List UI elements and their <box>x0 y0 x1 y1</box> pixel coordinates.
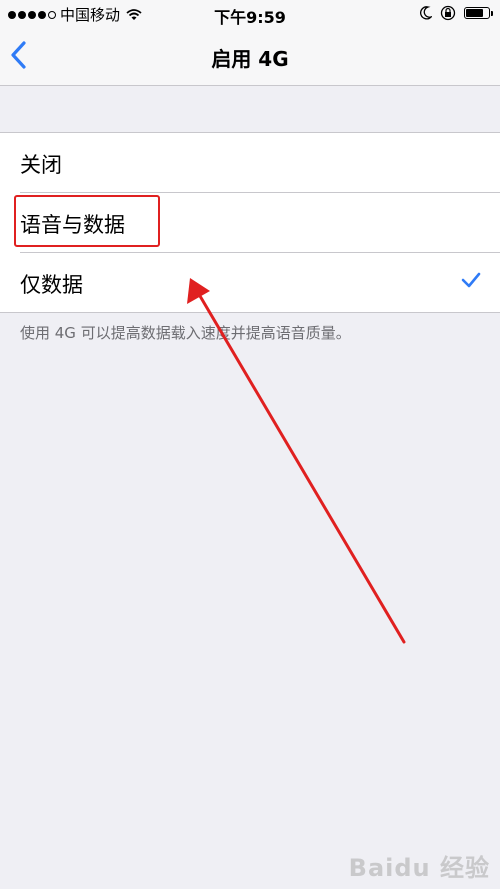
annotation-arrow <box>187 278 406 644</box>
watermark: Baidu 经验 <box>348 854 490 882</box>
